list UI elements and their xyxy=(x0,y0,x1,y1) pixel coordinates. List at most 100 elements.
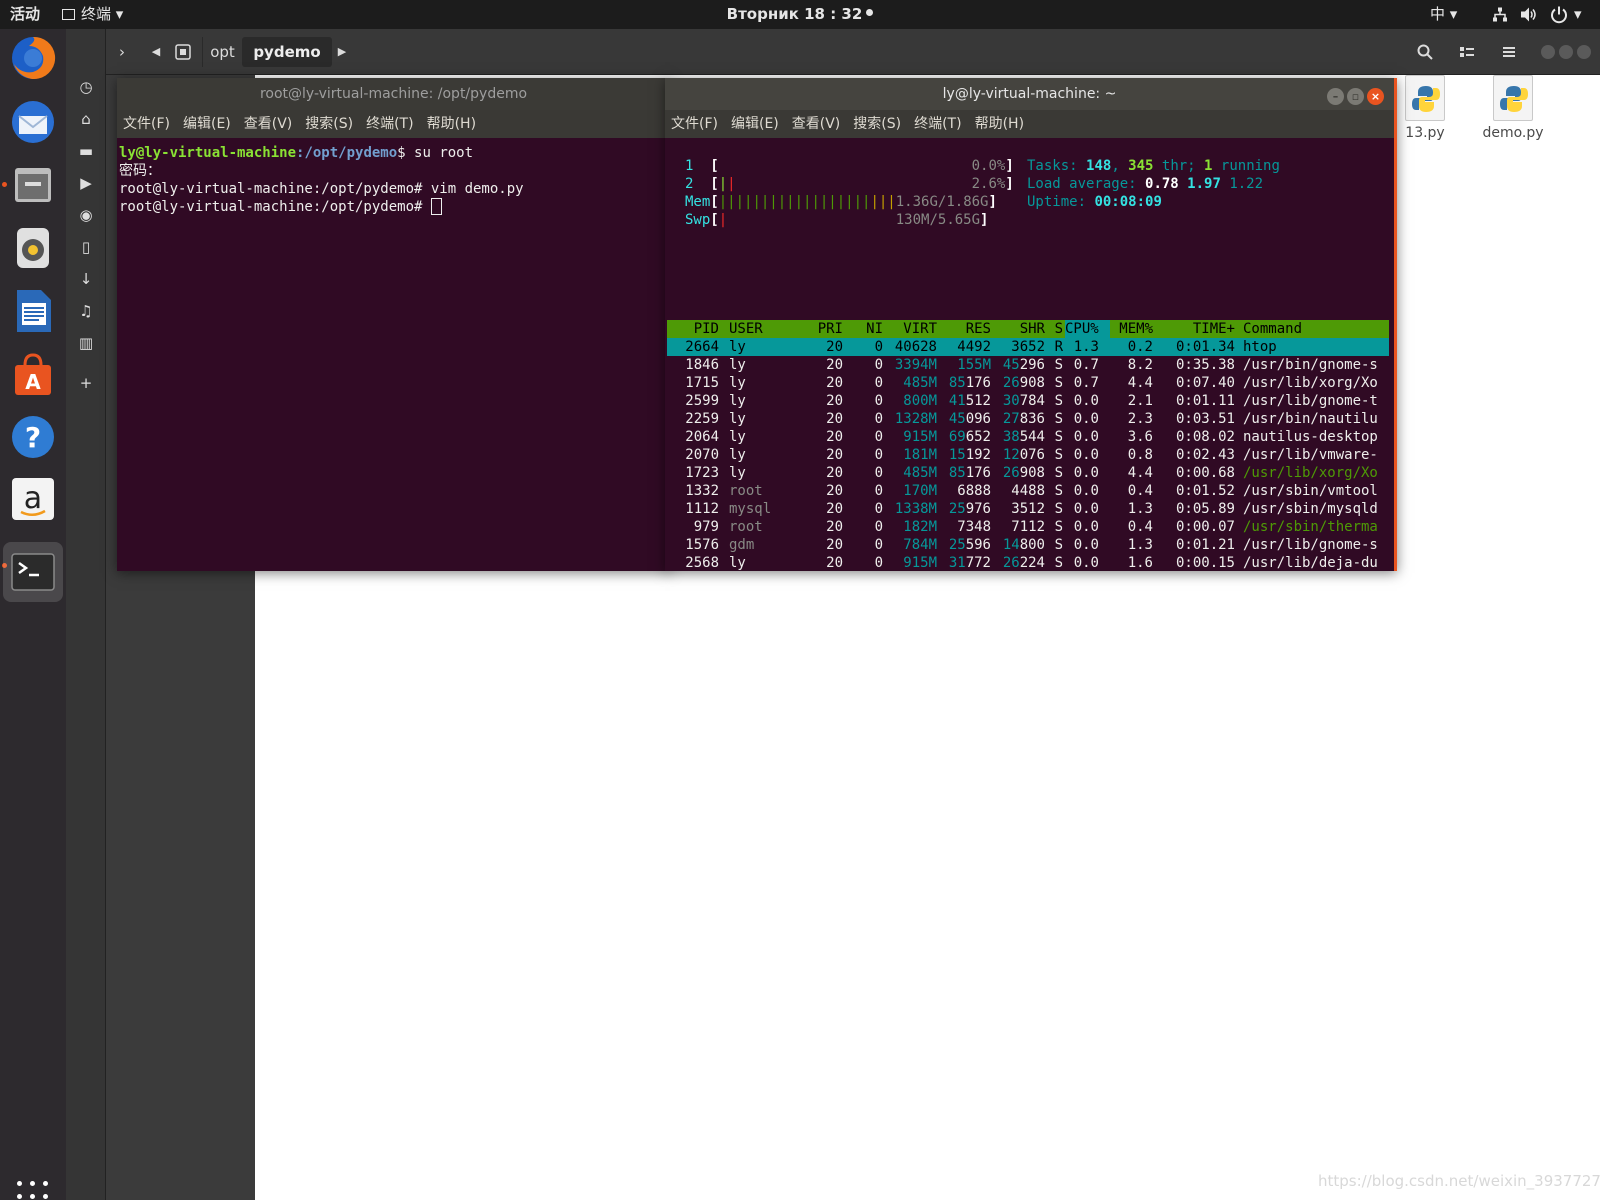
cell-time: 0:01.52 xyxy=(1175,483,1235,499)
window-title[interactable]: root@ly-virtual-machine: /opt/pydemo xyxy=(117,78,670,110)
cell-shr: 45296 xyxy=(1002,357,1045,373)
file-13py[interactable]: 13.py xyxy=(1385,75,1465,141)
forward-icon[interactable]: › xyxy=(108,37,136,67)
process-row[interactable]: 979 root 20 0 182M 7348 7112 S 0.0 0.4 0:00.07/usr… xyxy=(667,518,1389,536)
clock[interactable]: Вторник 18 : 32 xyxy=(0,0,1600,29)
volume-icon[interactable] xyxy=(1520,0,1538,29)
menu-view[interactable]: 查看(V) xyxy=(792,110,841,138)
window-title[interactable]: ly@ly-virtual-machine: ~ xyxy=(665,78,1394,110)
document-icon[interactable]: ▯ xyxy=(76,237,96,257)
input-method-menu[interactable]: 中 ▾ xyxy=(1430,0,1457,29)
power-icon[interactable] xyxy=(1550,0,1568,29)
cell-virt: 1338M xyxy=(894,501,937,517)
files-icon[interactable] xyxy=(9,160,57,208)
path-right-arrow-icon[interactable]: ▶ xyxy=(334,37,350,67)
rhythmbox-icon[interactable] xyxy=(9,224,57,272)
cell-pid: 2259 xyxy=(685,411,719,427)
show-applications-icon[interactable] xyxy=(17,1181,49,1200)
process-row[interactable]: 1112 mysql 20 0 1338M 25976 3512 S 0.0 1.3 0:05.89… xyxy=(667,500,1389,518)
htop-column-header[interactable]: PID USER PRI NI VIRT RES SHR S CPU% MEM%… xyxy=(667,320,1389,338)
writer-icon[interactable] xyxy=(9,287,57,335)
process-row[interactable]: 1723 ly 20 0 485M 85176 26908 S 0.0 4.4 0:00.68/us… xyxy=(667,464,1389,482)
menu-search[interactable]: 搜索(S) xyxy=(305,110,353,138)
menu-file[interactable]: 文件(F) xyxy=(123,110,170,138)
thunderbird-icon[interactable] xyxy=(9,98,57,146)
process-row[interactable]: 1846 ly 20 0 3394M 155M 45296 S 0.7 8.2 0:35.38/us… xyxy=(667,356,1389,374)
file-demopy[interactable]: demo.py xyxy=(1473,75,1553,141)
amazon-icon[interactable]: a xyxy=(9,475,57,523)
recent-icon[interactable]: ◷ xyxy=(76,77,96,97)
path-left-arrow-icon[interactable]: ◀ xyxy=(148,37,164,67)
maximize-icon[interactable]: ▫ xyxy=(1347,88,1364,105)
menu-terminal[interactable]: 终端(T) xyxy=(366,110,413,138)
software-center-icon[interactable]: A xyxy=(9,351,57,399)
menu-help[interactable]: 帮助(H) xyxy=(975,110,1024,138)
col-virt[interactable]: VIRT xyxy=(903,320,937,338)
menu-icon[interactable] xyxy=(1494,37,1524,67)
process-row[interactable]: 2070 ly 20 0 181M 15192 12076 S 0.0 0.8 0:02.43/us… xyxy=(667,446,1389,464)
close-icon[interactable]: × xyxy=(1367,88,1384,105)
menu-terminal[interactable]: 终端(T) xyxy=(914,110,961,138)
process-row[interactable]: 1715 ly 20 0 485M 85176 26908 S 0.7 4.4 0:07.40/us… xyxy=(667,374,1389,392)
file-manager-sidebar: ◷ ⌂ ▬ ▶ ◉ ▯ ↓ ♫ ▥ + xyxy=(66,29,106,1200)
search-icon[interactable] xyxy=(1410,37,1440,67)
terminal-window-root[interactable]: root@ly-virtual-machine: /opt/pydemo 文件(… xyxy=(117,78,670,571)
root-folder-icon[interactable] xyxy=(170,37,196,67)
terminal-line: root@ly-virtual-machine:/opt/pydemo# xyxy=(119,198,670,216)
firefox-icon[interactable] xyxy=(9,34,57,82)
process-row[interactable]: 2259 ly 20 0 1328M 45096 27836 S 0.0 2.3 0:03.51/u… xyxy=(667,410,1389,428)
terminal-window-htop[interactable]: ly@ly-virtual-machine: ~ – ▫ × 文件(F) 编辑(E) 查… xyxy=(665,78,1397,571)
col-shr[interactable]: SHR xyxy=(1020,320,1045,338)
col-user[interactable]: USER xyxy=(729,320,763,338)
col-res[interactable]: RES xyxy=(966,320,991,338)
file-manager-header: ‹ › ◀ opt pydemo ▶ xyxy=(66,29,1600,75)
music-icon[interactable]: ♫ xyxy=(76,301,96,321)
help-icon[interactable]: ? xyxy=(9,413,57,461)
terminal-output[interactable]: ly@ly-virtual-machine:/opt/pydemo$ su ro… xyxy=(117,138,670,571)
menu-file[interactable]: 文件(F) xyxy=(671,110,718,138)
cell-mem: 0.4 xyxy=(1127,519,1153,535)
col-mem[interactable]: MEM% xyxy=(1119,320,1153,338)
col-ni[interactable]: NI xyxy=(866,320,883,338)
python-file-icon xyxy=(1405,75,1445,121)
breadcrumb-pydemo[interactable]: pydemo xyxy=(242,37,332,67)
col-pid[interactable]: PID xyxy=(694,320,719,338)
process-row[interactable]: 1332 root 20 0 170M 6888 4488 S 0.0 0.4 0:01.52/us… xyxy=(667,482,1389,500)
process-row[interactable]: 2568 ly 20 0 915M 31772 26224 S 0.0 1.6 0:00.15/us… xyxy=(667,554,1389,571)
process-row[interactable]: 2664 ly 20 0 40628 4492 3652 R 1.3 0.2 0:01.34 htop xyxy=(667,338,1389,356)
cell-time: 0:07.40 xyxy=(1175,375,1235,391)
menu-help[interactable]: 帮助(H) xyxy=(427,110,476,138)
add-location-icon[interactable]: + xyxy=(76,373,96,393)
menu-search[interactable]: 搜索(S) xyxy=(853,110,901,138)
col-time[interactable]: TIME+ xyxy=(1193,320,1235,338)
cell-time: 0:35.38 xyxy=(1175,357,1235,373)
htop-screen[interactable]: 1 [ 0.0%] 2 [|| 2.6%] Mem[||||||||||||||… xyxy=(665,138,1394,571)
downloads-icon[interactable]: ↓ xyxy=(76,269,96,289)
col-pri[interactable]: PRI xyxy=(818,320,843,338)
top-bar: 活动 终端 ▾ Вторник 18 : 32 中 ▾ ▾ xyxy=(0,0,1600,29)
terminal-dock-icon[interactable] xyxy=(3,542,63,602)
view-options-icon[interactable] xyxy=(1452,37,1482,67)
process-row[interactable]: 2599 ly 20 0 800M 41512 30784 S 0.0 2.1 0:01.11/us… xyxy=(667,392,1389,410)
breadcrumb-opt[interactable]: opt xyxy=(202,37,242,67)
menu-edit[interactable]: 编辑(E) xyxy=(731,110,779,138)
col-state[interactable]: S xyxy=(1055,320,1063,338)
pictures-icon[interactable]: ◉ xyxy=(76,205,96,225)
network-icon[interactable] xyxy=(1492,0,1508,29)
cell-state: S xyxy=(1054,465,1063,481)
col-cpu-sorted[interactable]: CPU% xyxy=(1065,320,1110,338)
home-icon[interactable]: ⌂ xyxy=(76,109,96,129)
col-command[interactable]: Command xyxy=(1243,320,1302,338)
menu-view[interactable]: 查看(V) xyxy=(244,110,293,138)
process-row[interactable]: 2064 ly 20 0 915M 69652 38544 S 0.0 3.6 0:08.02 nau… xyxy=(667,428,1389,446)
trash-icon[interactable]: ▥ xyxy=(76,333,96,353)
system-menu-arrow[interactable]: ▾ xyxy=(1574,0,1582,29)
videos-icon[interactable]: ▶ xyxy=(76,173,96,193)
cell-time: 0:05.89 xyxy=(1175,501,1235,517)
cell-mem: 0.4 xyxy=(1127,483,1153,499)
documents-folder-icon[interactable]: ▬ xyxy=(76,141,96,161)
process-row[interactable]: 1576 gdm 20 0 784M 25596 14800 S 0.0 1.3 0:01.21/u… xyxy=(667,536,1389,554)
minimize-icon[interactable]: – xyxy=(1327,88,1344,105)
menu-edit[interactable]: 编辑(E) xyxy=(183,110,231,138)
window-controls[interactable] xyxy=(1536,37,1596,67)
